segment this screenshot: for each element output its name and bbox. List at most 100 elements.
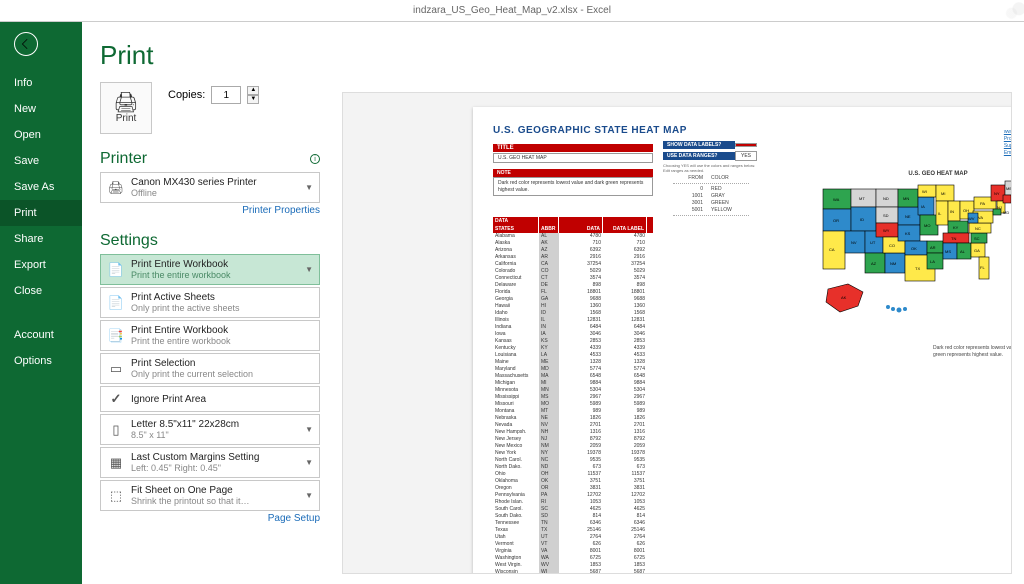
svg-text:LA: LA <box>930 259 935 264</box>
color-legend: FROMCOLOR 0RED1001GRAY3001GREEN5001YELLO… <box>673 175 749 218</box>
table-row: AlaskaAK710710 <box>493 240 653 247</box>
table-row: CaliforniaCA3725437254 <box>493 261 653 268</box>
show-labels-label: SHOW DATA LABELS? <box>663 141 735 149</box>
ext-link[interactable]: Product Page <box>1004 136 1012 142</box>
table-row: TennesseeTN63466346 <box>493 520 653 527</box>
setting-1[interactable]: 📄 Print Active SheetsOnly print the acti… <box>100 287 320 318</box>
sidebar-item-open[interactable]: Open <box>0 122 82 148</box>
table-row: DelawareDE898898 <box>493 282 653 289</box>
setting-4[interactable]: ✓ Ignore Print Area <box>100 386 320 412</box>
page-setup-link[interactable]: Page Setup <box>100 513 320 524</box>
map-title: U.S. GEO HEAT MAP <box>813 171 1012 177</box>
title-strip-value: U.S. GEO HEAT MAP <box>493 153 653 163</box>
setting-icon: ⬚ <box>107 488 125 504</box>
table-row: OhioOH1153711537 <box>493 471 653 478</box>
ext-link[interactable]: Support Page <box>1004 143 1012 149</box>
table-row: UtahUT27642764 <box>493 534 653 541</box>
sidebar-item-new[interactable]: New <box>0 96 82 122</box>
setting-icon: 📄 <box>107 295 125 311</box>
svg-text:MA: MA <box>1011 197 1012 202</box>
sidebar-item-save-as[interactable]: Save As <box>0 174 82 200</box>
print-button-label: Print <box>116 113 137 124</box>
sidebar-item-print[interactable]: Print <box>0 200 82 226</box>
svg-text:AL: AL <box>960 249 966 254</box>
window-title: indzara_US_Geo_Heat_Map_v2.xlsx - Excel <box>413 5 611 16</box>
table-row: WashingtonWA67256725 <box>493 555 653 562</box>
back-button[interactable] <box>14 32 38 56</box>
print-backstage: Print 🖨 Print Copies: ▲ ▼ Printer i 🖨 <box>82 22 1024 584</box>
state-data-table: DATA STATES ABBR DATA DATA LABEL Alabama… <box>493 217 653 574</box>
sidebar-item-share[interactable]: Share <box>0 226 82 252</box>
svg-text:NC: NC <box>975 226 981 231</box>
table-row: MarylandMD57745774 <box>493 366 653 373</box>
printer-info-icon[interactable]: i <box>310 154 320 164</box>
setting-icon: ✓ <box>107 391 125 407</box>
svg-text:KS: KS <box>905 231 911 236</box>
setting-6[interactable]: ▦ Last Custom Margins SettingLeft: 0.45"… <box>100 447 320 478</box>
range-note: Choosing YES will use the colors and ran… <box>663 163 763 173</box>
svg-text:TN: TN <box>951 236 956 241</box>
print-heading: Print <box>82 22 1024 81</box>
table-row: LouisianaLA45334533 <box>493 352 653 359</box>
print-preview-pane: U.S. GEOGRAPHIC STATE HEAT MAP TITLE U.S… <box>342 92 1012 574</box>
svg-text:AR: AR <box>930 245 936 250</box>
setting-3[interactable]: ▭ Print SelectionOnly print the current … <box>100 353 320 384</box>
copies-down[interactable]: ▼ <box>247 95 259 104</box>
table-row: West Virgin.WV18531853 <box>493 562 653 569</box>
sidebar-item-close[interactable]: Close <box>0 278 82 304</box>
table-row: NebraskaNE18261826 <box>493 415 653 422</box>
sidebar-item-export[interactable]: Export <box>0 252 82 278</box>
svg-text:MD: MD <box>1003 210 1009 215</box>
table-row: GeorgiaGA96889688 <box>493 296 653 303</box>
table-row: OklahomaOK37513751 <box>493 478 653 485</box>
copies-input[interactable] <box>211 86 241 104</box>
setting-7[interactable]: ⬚ Fit Sheet on One PageShrink the printo… <box>100 480 320 511</box>
table-row: Rhode Islan.RI10531053 <box>493 499 653 506</box>
svg-text:UT: UT <box>870 240 876 245</box>
table-row: South Dako.SD814814 <box>493 513 653 520</box>
ext-link[interactable]: www.indzara.com <box>1004 129 1012 135</box>
svg-text:NE: NE <box>905 214 911 219</box>
setting-0[interactable]: 📄 Print Entire WorkbookPrint the entire … <box>100 254 320 285</box>
sidebar-item-options[interactable]: Options <box>0 348 82 374</box>
printer-properties-link[interactable]: Printer Properties <box>100 205 320 216</box>
table-row: ConnecticutCT35743574 <box>493 275 653 282</box>
svg-text:MS: MS <box>945 249 951 254</box>
table-row: KansasKS28532853 <box>493 338 653 345</box>
external-links: www.indzara.comProduct PageSupport PageE… <box>1004 129 1012 157</box>
copies-up[interactable]: ▲ <box>247 86 259 95</box>
setting-2[interactable]: 📑 Print Entire WorkbookPrint the entire … <box>100 320 320 351</box>
map-caption: Dark red color represents lowest value a… <box>933 345 1012 358</box>
setting-5[interactable]: ▯ Letter 8.5"x11" 22x28cm8.5" x 11" ▼ <box>100 414 320 445</box>
table-row: AlabamaAL47804780 <box>493 233 653 240</box>
sidebar-item-info[interactable]: Info <box>0 70 82 96</box>
sidebar-item-save[interactable]: Save <box>0 148 82 174</box>
table-row: IndianaIN64846484 <box>493 324 653 331</box>
table-row: New MexicoNM20592059 <box>493 443 653 450</box>
copies-label: Copies: <box>168 89 205 101</box>
svg-text:ME: ME <box>1006 186 1012 191</box>
setting-icon: ▯ <box>107 422 125 438</box>
svg-text:TX: TX <box>915 266 920 271</box>
table-row: PennsylvaniaPA1270212702 <box>493 492 653 499</box>
table-row: MinnesotaMN53045304 <box>493 387 653 394</box>
table-row: FloridaFL1880118801 <box>493 289 653 296</box>
sheet-title: U.S. GEOGRAPHIC STATE HEAT MAP <box>493 125 1012 136</box>
svg-text:WI: WI <box>922 189 927 194</box>
table-row: MissouriMO59895989 <box>493 401 653 408</box>
svg-text:OR: OR <box>833 218 839 223</box>
printer-status: Offline <box>131 188 299 198</box>
settings-section-label: Settings <box>100 232 320 250</box>
table-row: ArizonaAZ63926392 <box>493 247 653 254</box>
backstage-sidebar: InfoNewOpenSaveSave AsPrintShareExportCl… <box>0 22 82 584</box>
table-row: ArkansasAR29162916 <box>493 254 653 261</box>
show-labels-value <box>735 143 757 147</box>
svg-text:PA: PA <box>980 201 985 206</box>
svg-text:KY: KY <box>953 225 959 230</box>
print-button[interactable]: 🖨 Print <box>100 82 152 134</box>
sidebar-item-account[interactable]: Account <box>0 322 82 348</box>
table-row: ColoradoCO50295029 <box>493 268 653 275</box>
ext-link[interactable]: Email <box>1004 150 1012 156</box>
svg-text:NV: NV <box>851 240 857 245</box>
printer-selector[interactable]: 🖨 Canon MX430 series Printer Offline ▼ <box>100 172 320 203</box>
